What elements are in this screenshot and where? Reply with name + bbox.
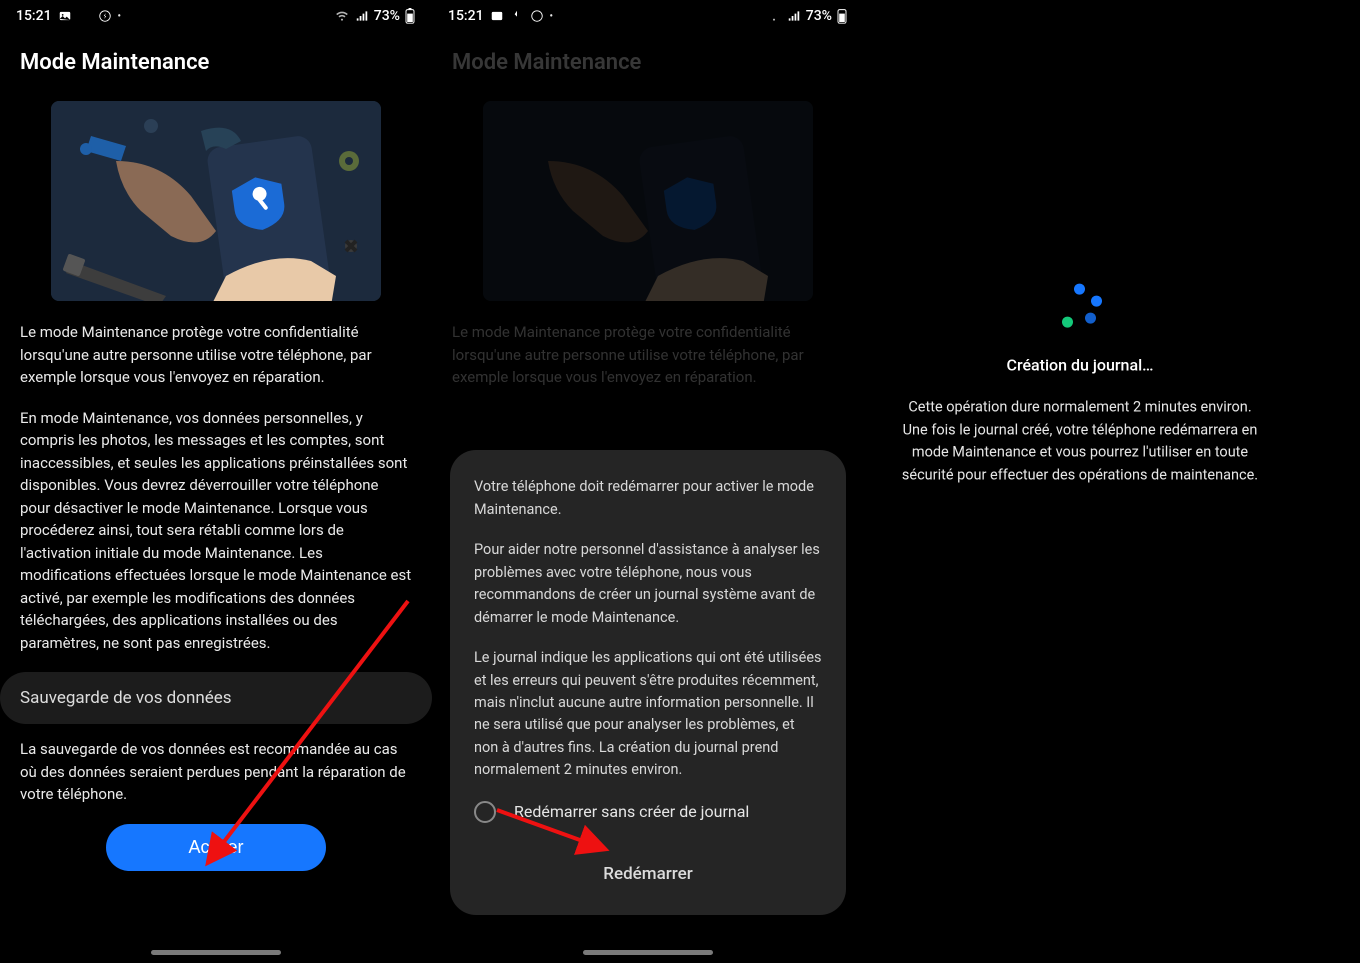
intro-text: Le mode Maintenance protège votre confid… [20, 321, 412, 389]
maintenance-illustration [51, 101, 381, 301]
backup-hint: La sauvegarde de vos données est recomma… [20, 738, 412, 806]
status-bar: 15:21 • 73% [432, 0, 864, 28]
status-bar: 15:21 • 73% [0, 0, 432, 28]
wifi-icon [766, 9, 782, 23]
battery-percent: 73% [374, 8, 400, 24]
loading-body: Cette opération dure normalement 2 minut… [900, 397, 1260, 487]
radio-unchecked-icon [474, 801, 496, 823]
download-icon [510, 9, 524, 23]
flash-icon [530, 9, 544, 23]
screen-activate: 15:21 • 73% Mode Maintena [0, 0, 432, 963]
dialog-p1: Votre téléphone doit redémarrer pour act… [474, 476, 822, 521]
battery-percent: 73% [806, 8, 832, 24]
wifi-icon [334, 9, 350, 23]
image-icon [58, 9, 72, 23]
maintenance-illustration [483, 101, 813, 301]
status-dot: • [118, 11, 122, 22]
activate-button[interactable]: Activer [106, 824, 326, 871]
status-dot: • [550, 11, 554, 22]
restart-button[interactable]: Redémarrer [474, 853, 822, 895]
page-title: Mode Maintenance [432, 28, 864, 87]
battery-icon [836, 8, 848, 24]
signal-icon [354, 9, 370, 23]
backup-label: Sauvegarde de vos données [20, 688, 232, 708]
screen-dialog: 15:21 • 73% Mode Maintena [432, 0, 864, 963]
flash-icon [98, 9, 112, 23]
page-title: Mode Maintenance [0, 28, 432, 87]
intro-text: Le mode Maintenance protège votre confid… [452, 321, 844, 389]
screen-loading: Création du journal… Cette opération dur… [864, 0, 1296, 963]
nav-pill[interactable] [583, 950, 713, 955]
download-icon [78, 9, 92, 23]
loading-spinner [1058, 284, 1102, 328]
battery-icon [404, 8, 416, 24]
dialog-p2: Pour aider notre personnel d'assistance … [474, 539, 822, 629]
backup-row[interactable]: Sauvegarde de vos données [0, 672, 432, 724]
skip-log-radio[interactable]: Redémarrer sans créer de journal [474, 800, 822, 825]
status-time: 15:21 [16, 8, 52, 24]
nav-pill[interactable] [151, 950, 281, 955]
details-text: En mode Maintenance, vos données personn… [20, 407, 412, 655]
status-time: 15:21 [448, 8, 484, 24]
signal-icon [786, 9, 802, 23]
restart-dialog: Votre téléphone doit redémarrer pour act… [450, 450, 846, 915]
radio-label: Redémarrer sans créer de journal [514, 800, 749, 825]
image-icon [490, 9, 504, 23]
loading-title: Création du journal… [900, 356, 1260, 375]
dialog-p3: Le journal indique les applications qui … [474, 647, 822, 782]
